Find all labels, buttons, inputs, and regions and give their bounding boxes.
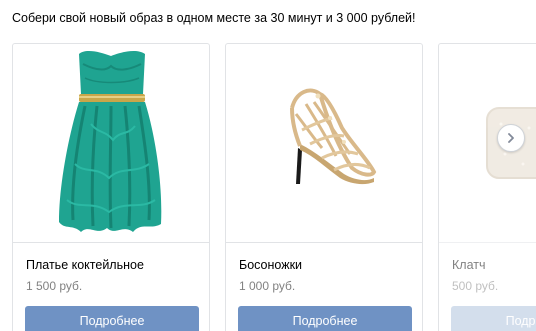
product-price: 1 500 руб. [26,279,83,293]
carousel-next-button[interactable] [497,124,525,152]
details-button[interactable]: Подробнее [451,306,536,331]
chevron-right-icon [508,133,514,143]
product-card-clutch[interactable]: Клатч 500 руб. Подробнее [438,43,536,331]
product-card-dress[interactable]: Платье коктейльное 1 500 руб. Подробнее [12,43,210,331]
ad-post: Собери свой новый образ в одном месте за… [0,0,536,331]
product-title[interactable]: Клатч [452,258,486,272]
sandals-photo[interactable] [226,44,422,243]
sandals-image [290,88,377,185]
product-card-sandals[interactable]: Босоножки 1 000 руб. Подробнее [225,43,423,331]
post-headline: Собери свой новый образ в одном месте за… [12,11,416,25]
product-title[interactable]: Босоножки [239,258,302,272]
product-carousel: Платье коктейльное 1 500 руб. Подробнее [0,43,536,331]
product-title[interactable]: Платье коктейльное [26,258,144,272]
product-price: 1 000 руб. [239,279,296,293]
dress-photo[interactable] [13,44,209,243]
details-button[interactable]: Подробнее [238,306,412,331]
dress-image [59,50,162,232]
details-button[interactable]: Подробнее [25,306,199,331]
product-price: 500 руб. [452,279,499,293]
